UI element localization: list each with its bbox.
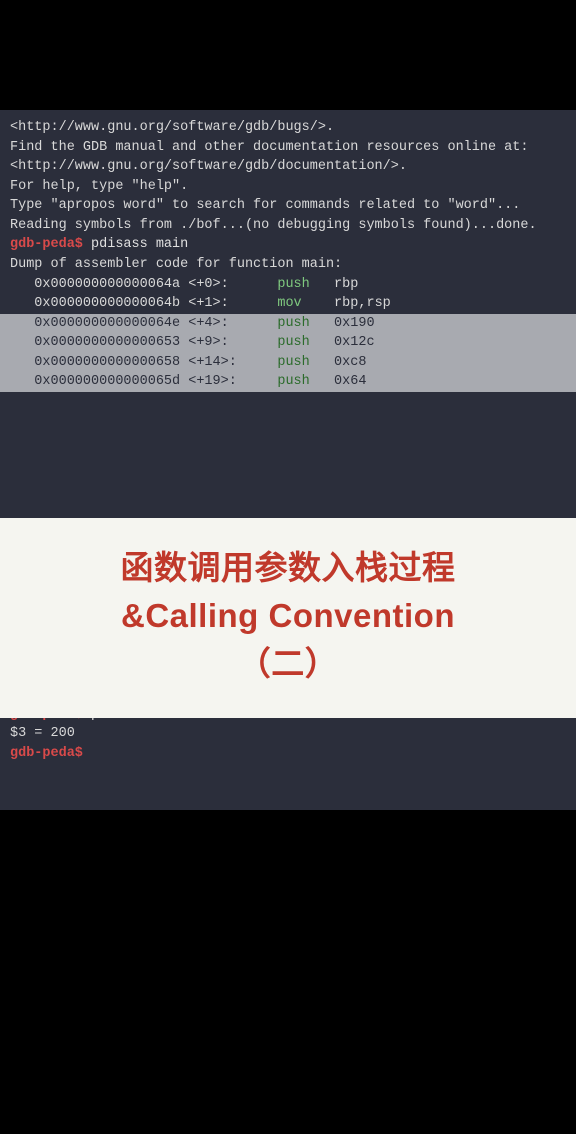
asm-row: [10, 411, 566, 431]
intro-line: <http://www.gnu.org/software/gdb/documen…: [10, 157, 566, 177]
asm-row-highlighted: 0x0000000000000653 <+9>: push 0x12c: [0, 333, 576, 353]
asm-row: 0x000000000000064b <+1>: mov rbp,rsp: [10, 294, 566, 314]
mnemonic: push: [277, 277, 309, 292]
asm-row: [10, 392, 566, 412]
asm-row: [10, 470, 566, 490]
dump-header: Dump of assembler code for function main…: [10, 255, 566, 275]
title-line-3: （二）: [10, 640, 566, 688]
asm-row: [10, 431, 566, 451]
mnemonic: push: [277, 355, 309, 370]
intro-line: Reading symbols from ./bof...(no debuggi…: [10, 216, 566, 236]
asm-row-highlighted: 0x0000000000000658 <+14>: push 0xc8: [0, 353, 576, 373]
title-line-1: 函数调用参数入栈过程: [10, 544, 566, 592]
asm-row: 0x000000000000064a <+0>: push rbp: [10, 275, 566, 295]
asm-row: [10, 490, 566, 510]
prompt-line[interactable]: gdb-peda$ pdisass main: [10, 235, 566, 255]
asm-row-highlighted: 0x000000000000064e <+4>: push 0x190: [0, 314, 576, 334]
intro-line: <http://www.gnu.org/software/gdb/bugs/>.: [10, 118, 566, 138]
gdb-prompt: gdb-peda$: [10, 746, 83, 761]
asm-row: [10, 451, 566, 471]
mnemonic: push: [277, 316, 309, 331]
intro-line: For help, type "help".: [10, 177, 566, 197]
intro-line: Find the GDB manual and other documentat…: [10, 138, 566, 158]
mnemonic: push: [277, 335, 309, 350]
asm-row-highlighted: 0x000000000000065d <+19>: push 0x64: [0, 372, 576, 392]
command-text: pdisass main: [83, 237, 188, 252]
intro-line: Type "apropos word" to search for comman…: [10, 196, 566, 216]
output-line: $3 = 200: [10, 724, 566, 744]
mnemonic: mov: [277, 296, 301, 311]
gdb-prompt: gdb-peda$: [10, 237, 83, 252]
title-line-2: &Calling Convention: [10, 592, 566, 640]
prompt-line[interactable]: gdb-peda$: [10, 744, 566, 764]
mnemonic: push: [277, 374, 309, 389]
title-overlay: 函数调用参数入栈过程 &Calling Convention （二）: [0, 518, 576, 718]
